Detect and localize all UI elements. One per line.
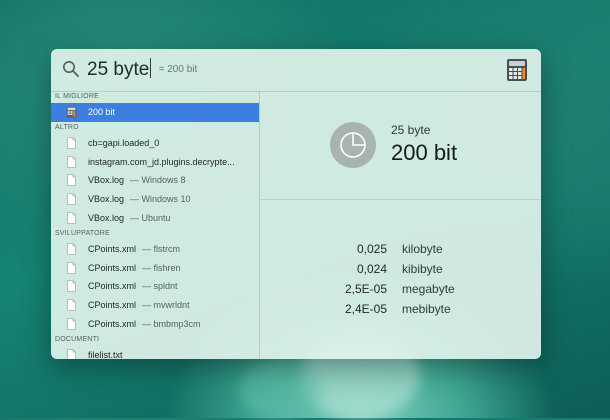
list-item[interactable]: filelist.txt — [51, 346, 259, 359]
result-sublabel: — Windows 8 — [130, 175, 186, 186]
conversion-table: 0,025 kilobyte 0,024 kibibyte 2,5E-05 me… — [260, 239, 541, 319]
conversion-value: 0,024 — [356, 262, 387, 276]
result-label: CPoints.xml — [88, 262, 137, 273]
document-icon — [67, 174, 76, 187]
calculator-icon — [507, 59, 527, 81]
preview-result: 200 bit — [391, 140, 458, 165]
document-icon — [67, 348, 76, 359]
conversion-unit: mebibyte — [402, 302, 451, 316]
list-item[interactable]: CPoints.xml — bmbmp3cm — [51, 315, 259, 334]
result-sublabel: — flstrcm — [142, 243, 181, 254]
result-label: VBox.log — [88, 212, 125, 223]
results-list: IL MIGLIORE 200 bit ALTRO cb=gapi.loaded… — [51, 91, 260, 359]
result-top-hit[interactable]: 200 bit — [51, 103, 259, 122]
list-item[interactable]: VBox.log — Ubuntu — [51, 209, 259, 228]
section-header-top-hit: IL MIGLIORE — [55, 93, 99, 100]
result-label: cb=gapi.loaded_0 — [88, 137, 160, 148]
document-icon — [67, 212, 76, 224]
preview-pane: 25 byte 200 bit 0,025 kilobyte 0,024 kib… — [260, 91, 541, 359]
document-icon — [67, 242, 76, 255]
document-icon — [67, 193, 76, 206]
result-label: CPoints.xml — [88, 243, 137, 254]
calculator-icon — [66, 106, 77, 118]
result-label: 200 bit — [88, 107, 116, 117]
section-header-other: ALTRO — [55, 123, 79, 131]
list-item[interactable]: VBox.log — Windows 10 — [51, 190, 259, 209]
list-item[interactable]: CPoints.xml — flshren — [51, 259, 259, 278]
document-icon — [67, 318, 76, 330]
conversion-value: 0,025 — [356, 242, 387, 256]
conversion-unit: kibibyte — [402, 262, 443, 276]
conversion-row[interactable]: 0,024 kibibyte — [260, 259, 541, 279]
result-sublabel: — Windows 10 — [130, 194, 191, 205]
result-label: CPoints.xml — [88, 318, 137, 329]
result-label: CPoints.xml — [88, 281, 137, 292]
result-sublabel: — spldnt — [142, 281, 178, 292]
conversion-unit: megabyte — [402, 282, 455, 296]
list-item[interactable]: CPoints.xml — flstrcm — [51, 240, 259, 259]
result-sublabel: — bmbmp3cm — [142, 318, 201, 329]
list-item[interactable]: cb=gapi.loaded_0 — [51, 134, 259, 153]
text-caret — [150, 58, 152, 78]
search-bar[interactable]: 25 byte = 200 bit — [51, 49, 541, 92]
document-icon — [67, 299, 76, 312]
document-icon — [67, 136, 76, 149]
result-label: VBox.log — [88, 194, 125, 205]
spotlight-window: 25 byte = 200 bit IL MIGLIORE 200 bit AL… — [51, 49, 541, 359]
search-icon — [63, 61, 79, 77]
result-label: VBox.log — [88, 175, 125, 186]
result-sublabel: — flshren — [142, 262, 181, 273]
list-item[interactable]: VBox.log — Windows 8 — [51, 171, 259, 190]
search-input[interactable]: 25 byte = 200 bit — [87, 57, 197, 83]
conversion-row[interactable]: 2,4E-05 mebibyte — [260, 299, 541, 319]
list-item[interactable]: CPoints.xml — mvwrldnt — [51, 296, 259, 315]
wallpaper-highlight — [240, 360, 320, 420]
desktop: { "search": { "query": "25 byte", "inlin… — [0, 0, 610, 420]
list-item[interactable]: instagram.com_jd.plugins.decrypte... — [51, 153, 259, 172]
section-header-developer: SVILUPPATORE — [55, 229, 110, 237]
conversion-unit: kilobyte — [402, 242, 443, 256]
conversion-row[interactable]: 0,025 kilobyte — [260, 239, 541, 259]
list-item[interactable]: CPoints.xml — spldnt — [51, 277, 259, 296]
section-header-documents: DOCUMENTI — [55, 335, 100, 343]
document-icon — [67, 280, 76, 293]
result-sublabel: — Ubuntu — [130, 212, 171, 223]
result-label: instagram.com_jd.plugins.decrypte... — [88, 156, 235, 167]
document-icon — [67, 261, 76, 274]
search-query-text: 25 byte — [87, 59, 150, 80]
preview-header: 25 byte 200 bit — [260, 91, 541, 200]
inline-result: = 200 bit — [158, 64, 198, 75]
pie-chart-icon — [330, 122, 376, 168]
result-label: filelist.txt — [88, 349, 123, 359]
preview-query: 25 byte — [391, 123, 431, 137]
result-label: CPoints.xml — [88, 300, 137, 311]
conversion-value: 2,4E-05 — [344, 302, 387, 316]
result-sublabel: — mvwrldnt — [142, 300, 190, 311]
conversion-value: 2,5E-05 — [344, 282, 387, 296]
document-icon — [67, 155, 76, 168]
conversion-row[interactable]: 2,5E-05 megabyte — [260, 279, 541, 299]
